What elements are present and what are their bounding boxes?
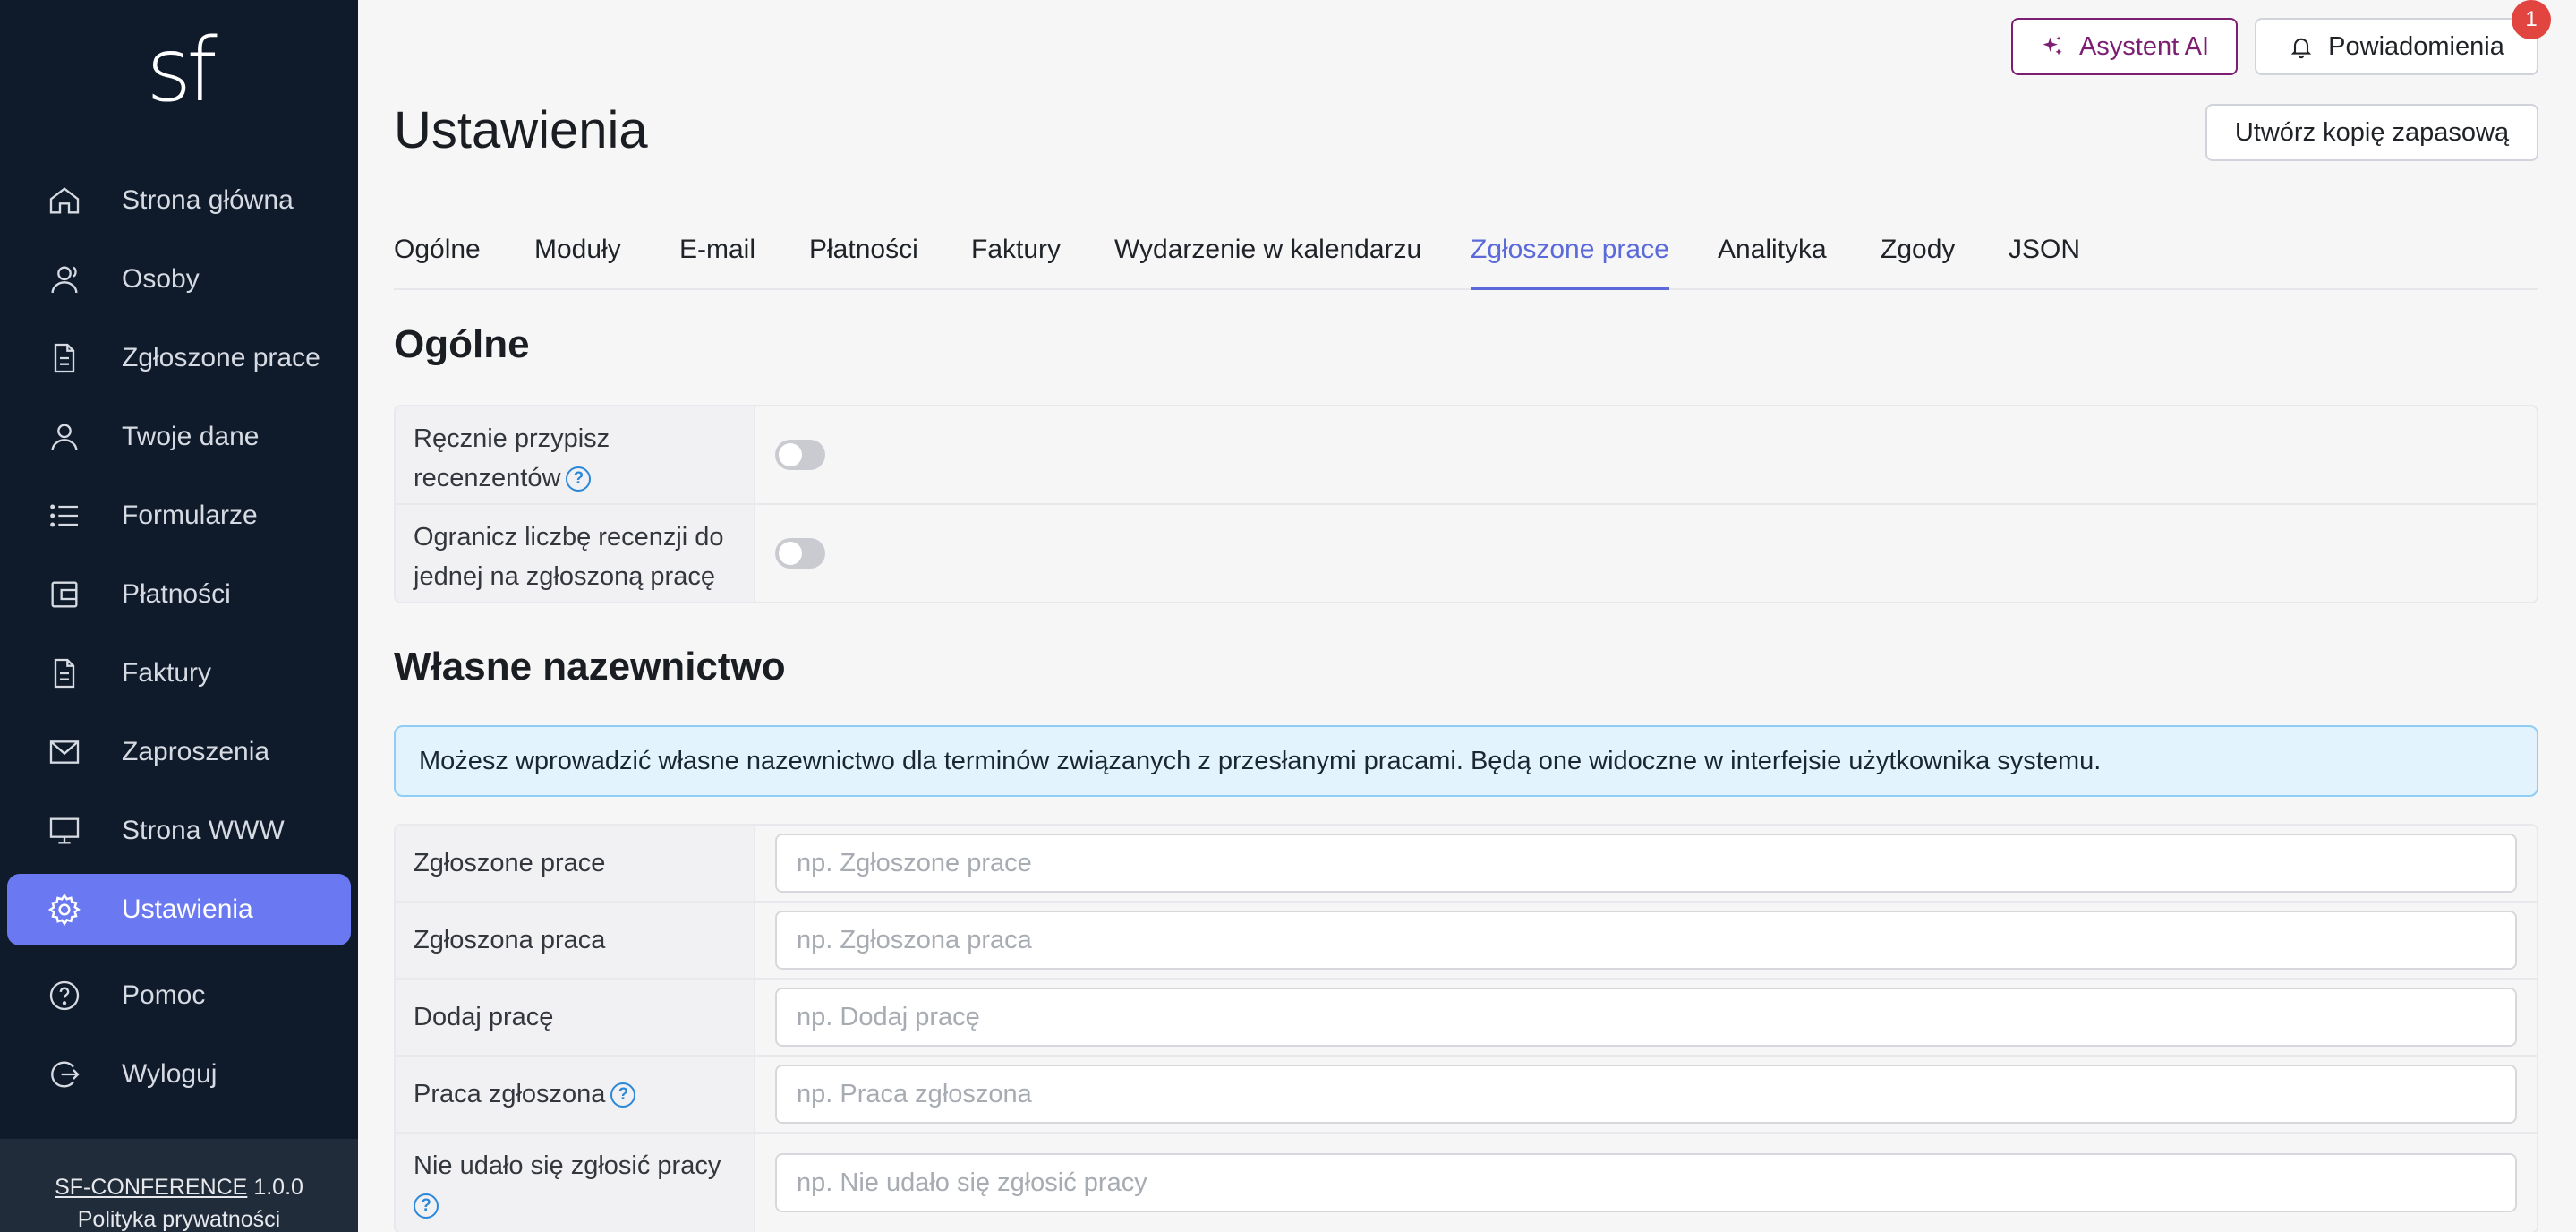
app-logo[interactable]: sf [0, 27, 358, 115]
manual-reviewers-toggle[interactable] [775, 440, 825, 470]
help-icon[interactable]: ? [610, 1082, 636, 1108]
sidebar-item-label: Faktury [122, 658, 212, 688]
add-submission-name-input[interactable] [775, 988, 2517, 1047]
version-label: 1.0.0 [253, 1175, 303, 1200]
sidebar-item-forms[interactable]: Formularze [7, 480, 351, 552]
ai-assistant-label: Asystent AI [2078, 31, 2210, 61]
setting-control [755, 505, 2537, 602]
limit-reviews-toggle[interactable] [775, 538, 825, 569]
naming-label: Dodaj pracę [396, 980, 755, 1055]
sidebar-item-people[interactable]: Osoby [7, 244, 351, 315]
sidebar-item-invoices[interactable]: Faktury [7, 637, 351, 709]
naming-section-title: Własne nazewnictwo [394, 645, 786, 689]
sidebar-item-payments[interactable]: Płatności [7, 559, 351, 630]
submission-name-input[interactable] [775, 911, 2517, 970]
naming-control [755, 980, 2537, 1055]
sidebar-item-home[interactable]: Strona główna [7, 165, 351, 236]
sidebar-item-label: Wyloguj [122, 1059, 218, 1089]
sparkle-icon [2043, 36, 2062, 56]
monitor-icon [49, 817, 80, 844]
setting-row-manual-reviewers: Ręcznie przypisz recenzentów? [396, 406, 2537, 505]
naming-control [755, 1134, 2537, 1232]
naming-row-submission: Zgłoszona praca [396, 903, 2537, 980]
naming-settings-table: Zgłoszone prace Zgłoszona praca Dodaj pr… [394, 824, 2538, 1232]
sidebar: sf Strona główna Osoby Zgłoszone prace T… [0, 0, 358, 1232]
people-icon [51, 266, 78, 294]
setting-label: Ogranicz liczbę recenzji do jednej na zg… [396, 505, 755, 602]
sidebar-item-label: Osoby [122, 264, 200, 294]
setting-row-limit-reviews: Ogranicz liczbę recenzji do jednej na zg… [396, 505, 2537, 602]
tab-submissions[interactable]: Zgłoszone prace [1471, 227, 1669, 290]
sidebar-item-submissions[interactable]: Zgłoszone prace [7, 322, 351, 394]
tab-email[interactable]: E-mail [679, 227, 755, 290]
help-circle-icon [49, 980, 80, 1011]
sidebar-item-label: Twoje dane [122, 422, 260, 451]
tab-modules[interactable]: Moduły [534, 227, 621, 290]
sidebar-item-your-data[interactable]: Twoje dane [7, 401, 351, 473]
tab-invoices[interactable]: Faktury [971, 227, 1061, 290]
naming-row-submissions: Zgłoszone prace [396, 826, 2537, 903]
sidebar-item-label: Zaproszenia [122, 737, 270, 766]
notifications-button[interactable]: Powiadomienia [2255, 18, 2538, 75]
sidebar-item-website[interactable]: Strona WWW [7, 795, 351, 867]
list-icon [50, 504, 78, 527]
setting-label: Ręcznie przypisz recenzentów? [396, 406, 755, 503]
sidebar-item-settings[interactable]: Ustawienia [7, 874, 351, 945]
document-icon [54, 343, 75, 373]
home-icon [49, 187, 80, 214]
create-backup-button[interactable]: Utwórz kopię zapasową [2205, 104, 2538, 161]
notifications-badge: 1 [2512, 0, 2551, 39]
tab-general[interactable]: Ogólne [394, 227, 481, 290]
naming-control [755, 903, 2537, 978]
tab-consents[interactable]: Zgody [1881, 227, 1955, 290]
logout-icon [51, 1061, 80, 1088]
submissions-name-input[interactable] [775, 834, 2517, 893]
submission-failed-name-input[interactable] [775, 1153, 2517, 1212]
sidebar-item-label: Zgłoszone prace [122, 343, 320, 372]
tab-analytics[interactable]: Analityka [1718, 227, 1827, 290]
sidebar-item-label: Pomoc [122, 980, 206, 1010]
sidebar-footer: SF-CONFERENCE 1.0.0 Polityka prywatności [0, 1139, 358, 1232]
naming-control [755, 1057, 2537, 1132]
sidebar-nav: Strona główna Osoby Zgłoszone prace Twoj… [0, 165, 358, 1117]
help-icon[interactable]: ? [566, 466, 592, 492]
page-title: Ustawienia [394, 101, 648, 159]
naming-row-submitted: Praca zgłoszona? [396, 1057, 2537, 1134]
brand-link[interactable]: SF-CONFERENCE [55, 1175, 247, 1200]
naming-row-submission-failed: Nie udało się zgłosić pracy? [396, 1134, 2537, 1232]
naming-control [755, 826, 2537, 901]
naming-label: Zgłoszona praca [396, 903, 755, 978]
tab-payments[interactable]: Płatności [809, 227, 918, 290]
naming-label: Praca zgłoszona? [396, 1057, 755, 1132]
naming-info-box: Możesz wprowadzić własne nazewnictwo dla… [394, 725, 2538, 797]
wallet-icon [51, 581, 78, 608]
naming-label: Nie udało się zgłosić pracy? [396, 1134, 755, 1232]
settings-tabs: Ogólne Moduły E-mail Płatności Faktury W… [394, 227, 2538, 290]
tab-calendar-event[interactable]: Wydarzenie w kalendarzu [1114, 227, 1421, 290]
general-settings-table: Ręcznie przypisz recenzentów? Ogranicz l… [394, 405, 2538, 603]
sidebar-item-label: Strona WWW [122, 816, 285, 845]
help-icon[interactable]: ? [414, 1194, 439, 1219]
sidebar-item-label: Ustawienia [122, 894, 253, 924]
ai-assistant-button[interactable]: Asystent AI [2011, 18, 2238, 75]
setting-control [755, 406, 2537, 503]
sidebar-item-logout[interactable]: Wyloguj [7, 1039, 351, 1110]
sidebar-item-label: Formularze [122, 500, 258, 530]
mail-icon [49, 740, 80, 764]
sidebar-item-help[interactable]: Pomoc [7, 960, 351, 1031]
gear-icon [47, 893, 81, 927]
naming-label: Zgłoszone prace [396, 826, 755, 901]
notifications-label: Powiadomienia [2328, 31, 2504, 61]
sidebar-item-label: Płatności [122, 579, 231, 609]
bell-icon [2290, 38, 2312, 59]
sidebar-item-label: Strona główna [122, 185, 294, 215]
invoice-icon [54, 658, 75, 689]
sidebar-item-invitations[interactable]: Zaproszenia [7, 716, 351, 788]
naming-row-add-submission: Dodaj pracę [396, 980, 2537, 1057]
general-section-title: Ogólne [394, 322, 530, 366]
privacy-policy-link[interactable]: Polityka prywatności [0, 1203, 358, 1232]
user-icon [51, 424, 78, 451]
tab-json[interactable]: JSON [2009, 227, 2080, 290]
submitted-name-input[interactable] [775, 1065, 2517, 1124]
